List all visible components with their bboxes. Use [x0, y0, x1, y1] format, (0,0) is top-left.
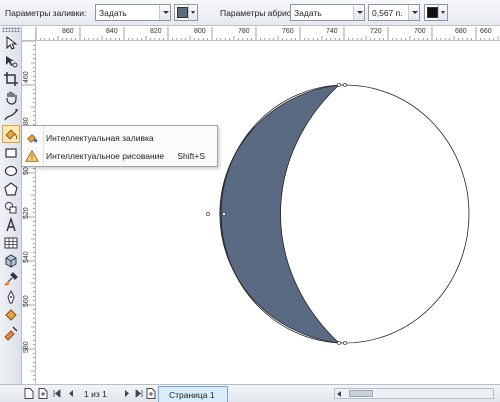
ruler-tick-label: 760 [282, 28, 294, 35]
table-tool-icon[interactable] [3, 235, 19, 251]
page-tab[interactable]: Страница 1 [158, 386, 228, 402]
text-tool-icon[interactable] [3, 216, 19, 233]
eyedropper-tool-icon[interactable] [3, 271, 19, 287]
interactive-fill-tool-icon[interactable] [3, 325, 19, 341]
add-page-after-icon[interactable] [146, 388, 156, 399]
outline-options-label: Параметры абриса: [220, 8, 299, 18]
fill-color-swatch [177, 7, 188, 18]
outline-mode-dropdown[interactable]: Задать [290, 4, 365, 21]
rectangle-tool-icon[interactable] [3, 145, 19, 161]
horizontal-scrollbar[interactable] [334, 388, 494, 399]
first-page-icon[interactable] [52, 388, 62, 399]
fill-options-label: Параметры заливки: [5, 8, 87, 18]
chevron-down-icon [408, 5, 419, 20]
ruler-tick-label: 700 [414, 28, 426, 35]
add-page-before-icon[interactable] [38, 388, 48, 399]
smart-fill-icon [25, 131, 39, 145]
crescent-shape[interactable] [219, 84, 341, 344]
node-handle[interactable] [222, 212, 226, 216]
node-handle[interactable] [206, 212, 210, 216]
drawing-canvas[interactable] [37, 42, 500, 384]
fill-color-picker[interactable] [174, 4, 198, 21]
flyout-item-smart-fill[interactable]: Интеллектуальная заливка [22, 129, 217, 147]
ruler-tick-label: 860 [62, 28, 74, 35]
ruler-tick-label: 720 [370, 28, 382, 35]
outline-color-picker[interactable] [424, 4, 448, 21]
fill-mode-dropdown[interactable]: Задать [95, 4, 171, 21]
scroll-left-icon[interactable] [337, 391, 341, 397]
page-navigator-bar: 1 из 1 Страница 1 [0, 384, 500, 402]
polygon-tool-icon[interactable] [3, 181, 19, 197]
document-icon[interactable] [24, 388, 34, 399]
node-handle[interactable] [343, 341, 347, 345]
ruler-tick-label: 840 [106, 28, 118, 35]
ruler-tick-label: 680 [455, 28, 467, 35]
page-counter: 1 из 1 [84, 389, 107, 399]
ruler-tick-label: 820 [150, 28, 162, 35]
freehand-tool-icon[interactable] [3, 107, 19, 123]
ruler-tick-label: 520 [23, 207, 30, 219]
ruler-tick-label: 800 [194, 28, 206, 35]
interactive-tool-icon[interactable] [3, 253, 19, 269]
outline-mode-value: Задать [294, 8, 322, 18]
ruler-tick-label: 660 [480, 28, 492, 35]
smart-fill-tool-icon[interactable] [2, 125, 20, 143]
ruler-origin[interactable] [22, 27, 36, 41]
page-tab-label: Страница 1 [169, 390, 215, 400]
flyout-item-label: Интеллектуальное рисование [46, 151, 165, 161]
vertical-ruler[interactable]: 460 480 500 520 540 560 580 [22, 41, 36, 384]
toolbox [0, 27, 22, 384]
node-handle[interactable] [337, 83, 341, 87]
fill-mode-value: Задать [99, 8, 127, 18]
toolbox-grip[interactable] [2, 27, 20, 32]
outline-width-value: 0,567 п. [372, 8, 403, 18]
next-page-icon[interactable] [122, 388, 132, 399]
flyout-item-smart-drawing[interactable]: Интеллектуальное рисование Shift+S [22, 147, 217, 165]
basic-shapes-tool-icon[interactable] [3, 199, 19, 215]
outline-color-swatch [427, 7, 438, 18]
ruler-tick-label: 740 [326, 28, 338, 35]
node-handle[interactable] [337, 341, 341, 345]
chevron-down-icon [159, 5, 170, 20]
scrollbar-thumb[interactable] [349, 390, 373, 397]
outline-width-dropdown[interactable]: 0,567 п. [368, 4, 420, 21]
property-bar: Параметры заливки: Задать Параметры абри… [0, 0, 500, 26]
flyout-item-label: Интеллектуальная заливка [46, 133, 154, 143]
smart-drawing-icon [25, 149, 39, 163]
pan-tool-icon[interactable] [3, 89, 19, 105]
smart-tools-flyout: Интеллектуальная заливка Интеллектуально… [21, 125, 218, 167]
node-handle[interactable] [343, 83, 347, 87]
pick-tool-icon[interactable] [3, 35, 19, 51]
flyout-item-shortcut: Shift+S [177, 151, 205, 161]
chevron-down-icon [188, 5, 197, 20]
outline-pen-tool-icon[interactable] [3, 289, 19, 305]
fill-tool-icon[interactable] [3, 307, 19, 323]
ruler-tick-label: 560 [23, 295, 30, 307]
prev-page-icon[interactable] [66, 388, 76, 399]
chevron-down-icon [438, 5, 447, 20]
shape-tool-icon[interactable] [3, 53, 19, 69]
chevron-down-icon [353, 5, 364, 20]
crop-tool-icon[interactable] [3, 71, 19, 87]
ruler-tick-label: 460 [23, 71, 30, 83]
ruler-tick-label: 580 [23, 341, 30, 353]
ellipse-tool-icon[interactable] [3, 163, 19, 179]
ruler-tick-label: 780 [238, 28, 250, 35]
ruler-tick-label: 540 [23, 251, 30, 263]
horizontal-ruler[interactable]: 860 840 820 800 780 760 740 720 700 680 … [22, 27, 500, 41]
last-page-icon[interactable] [134, 388, 144, 399]
